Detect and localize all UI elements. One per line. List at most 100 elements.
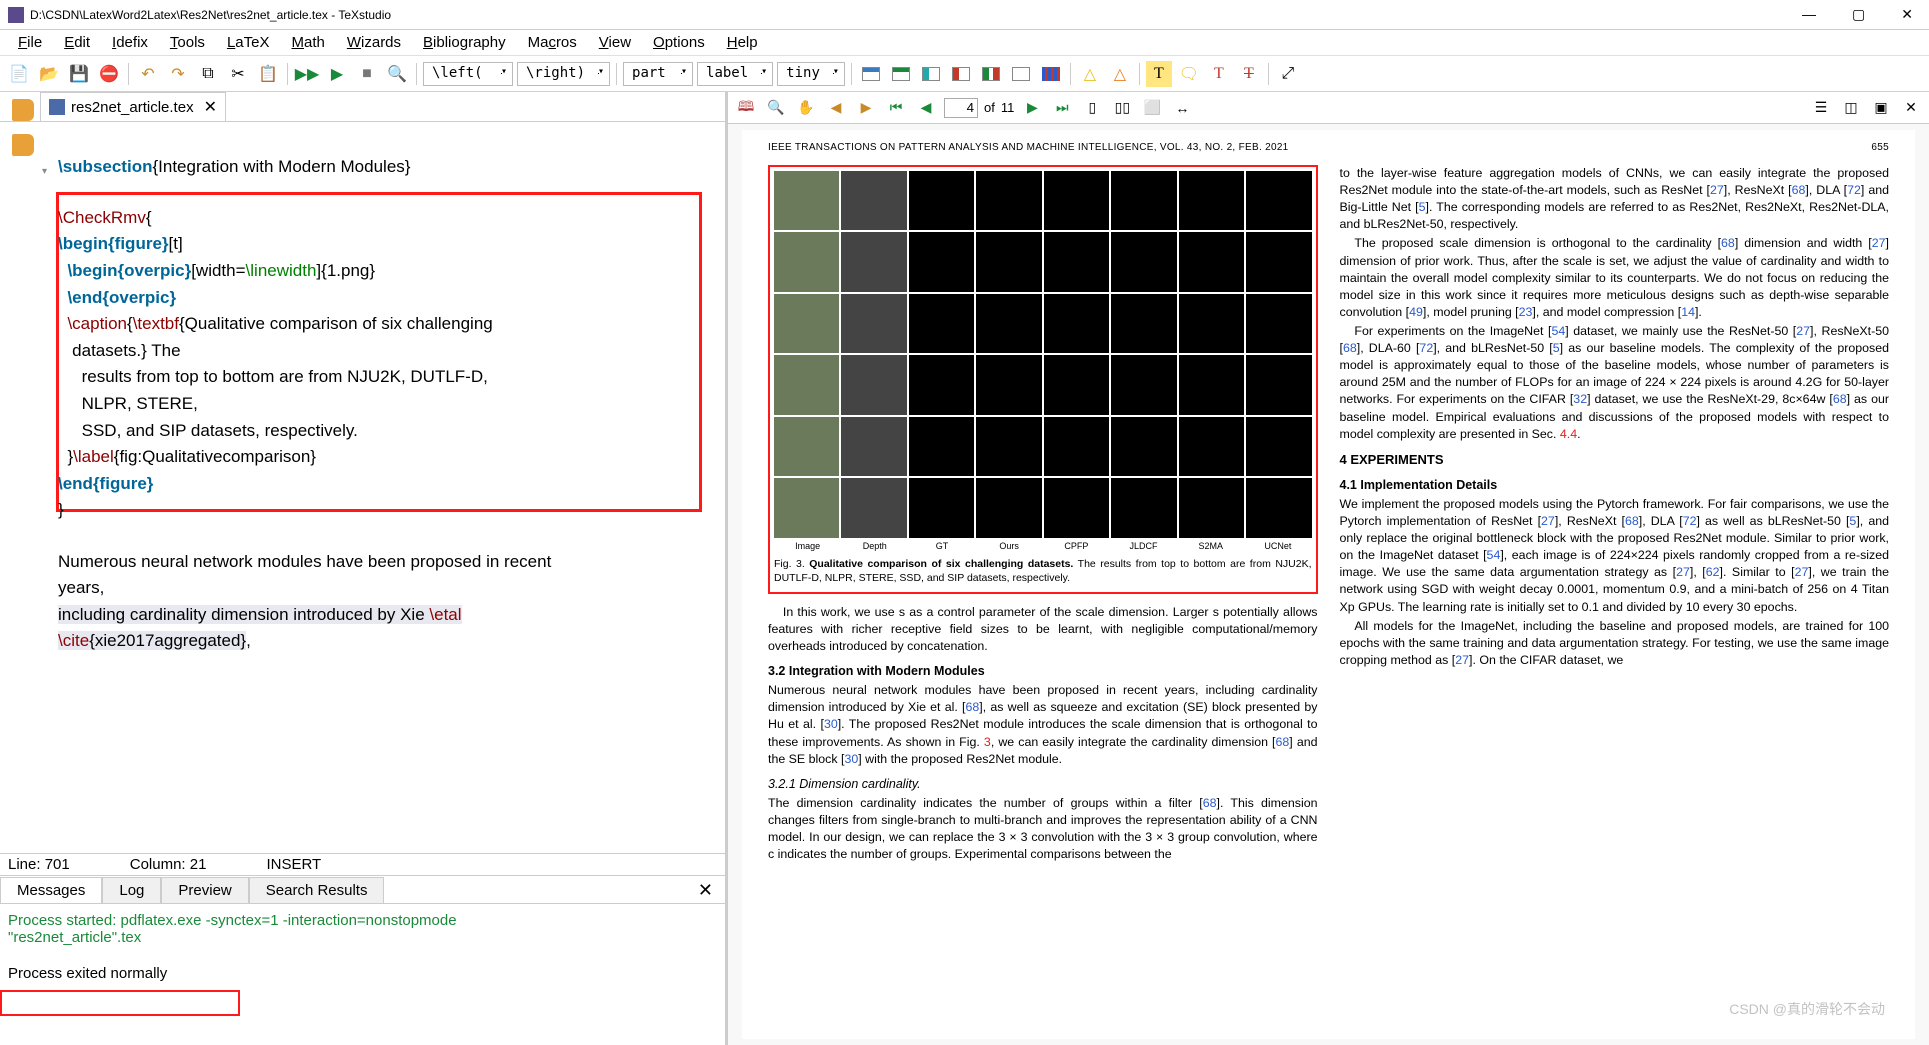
log-line: Process started: pdflatex.exe -synctex=1…: [8, 912, 717, 929]
compile-button[interactable]: ▶: [324, 61, 350, 87]
undo-button[interactable]: ↶: [135, 61, 161, 87]
cut-button[interactable]: ✂: [225, 61, 251, 87]
save-file-button[interactable]: 💾: [66, 61, 92, 87]
label-combo[interactable]: label: [697, 62, 773, 86]
pdf-figure-grid: [774, 171, 1312, 538]
stop-button[interactable]: ■: [354, 61, 380, 87]
menu-bar: File Edit Idefix Tools LaTeX Math Wizard…: [0, 30, 1929, 56]
pdf-viewport[interactable]: IEEE TRANSACTIONS ON PATTERN ANALYSIS AN…: [728, 124, 1929, 1045]
highlight-t-button[interactable]: T: [1146, 61, 1172, 87]
menu-math[interactable]: Math: [281, 32, 334, 53]
left-bracket-combo[interactable]: \left(: [423, 62, 513, 86]
pdf-continuous-button[interactable]: ▯▯: [1110, 96, 1134, 120]
pdf-last-page-button[interactable]: ⏭: [1050, 96, 1074, 120]
pdf-zoom-width-button[interactable]: ↔: [1170, 96, 1194, 120]
log-output: Process started: pdflatex.exe -synctex=1…: [0, 904, 725, 1045]
note-button[interactable]: 🗨: [1176, 61, 1202, 87]
fold-toggle[interactable]: ▾: [42, 166, 47, 177]
pdf-left-column: ImageDepthGTOursCPFPJLDCFS2MAUCNet Fig. …: [768, 165, 1318, 865]
code-editor[interactable]: ▾ \subsection{Integration with Modern Mo…: [0, 122, 725, 853]
pdf-forward-button[interactable]: ▶: [854, 96, 878, 120]
toolbar-separator: [1139, 63, 1140, 85]
table-button-2[interactable]: [888, 61, 914, 87]
pdf-page: IEEE TRANSACTIONS ON PATTERN ANALYSIS AN…: [742, 130, 1915, 1039]
pdf-zoom-fit-button[interactable]: ⬜: [1140, 96, 1164, 120]
new-file-button[interactable]: 📄: [6, 61, 32, 87]
right-bracket-combo[interactable]: \right): [517, 62, 610, 86]
tab-log[interactable]: Log: [102, 877, 161, 903]
pdf-search-button[interactable]: 🔍: [764, 96, 788, 120]
watermark: CSDN @真的滑轮不会动: [1729, 999, 1885, 1019]
pdf-close-button[interactable]: ✕: [1899, 96, 1923, 120]
code-content: \subsection{Integration with Modern Modu…: [58, 130, 721, 680]
tab-close-button[interactable]: ✕: [204, 97, 217, 117]
copy-button[interactable]: ⧉: [195, 61, 221, 87]
save-icon: [49, 99, 65, 115]
menu-file[interactable]: File: [8, 32, 52, 53]
strike-t-button[interactable]: T: [1236, 61, 1262, 87]
pdf-layout-3-button[interactable]: ▣: [1869, 96, 1893, 120]
window-maximize-button[interactable]: ▢: [1844, 6, 1873, 23]
toolbar-separator: [851, 63, 852, 85]
window-close-button[interactable]: ✕: [1893, 6, 1921, 23]
expand-button[interactable]: ⤢: [1275, 61, 1301, 87]
app-icon: [8, 7, 24, 23]
menu-bibliography[interactable]: Bibliography: [413, 32, 516, 53]
warning-orange-icon[interactable]: △: [1107, 61, 1133, 87]
tiny-combo[interactable]: tiny: [777, 62, 845, 86]
pdf-next-page-button[interactable]: ▶: [1020, 96, 1044, 120]
table-button-5[interactable]: [978, 61, 1004, 87]
bookmark-icon: [12, 134, 34, 156]
pdf-page-of-label: of: [984, 100, 995, 115]
menu-idefix[interactable]: Idefix: [102, 32, 158, 53]
pdf-page-input[interactable]: [944, 98, 978, 118]
tab-preview[interactable]: Preview: [161, 877, 248, 903]
pdf-first-page-button[interactable]: ⏮: [884, 96, 908, 120]
pdf-back-button[interactable]: ◀: [824, 96, 848, 120]
paste-button[interactable]: 📋: [255, 61, 281, 87]
pdf-subsection-head: 4.1 Implementation Details: [1340, 477, 1890, 494]
menu-wizards[interactable]: Wizards: [337, 32, 411, 53]
menu-help[interactable]: Help: [717, 32, 768, 53]
menu-latex[interactable]: LaTeX: [217, 32, 280, 53]
pdf-figure-box: ImageDepthGTOursCPFPJLDCFS2MAUCNet Fig. …: [768, 165, 1318, 594]
tab-messages[interactable]: Messages: [0, 877, 102, 903]
table-button-3[interactable]: [918, 61, 944, 87]
pdf-toolbar: 🕮 🔍 ✋ ◀ ▶ ⏮ ◀ of 11 ▶ ⏭ ▯ ▯▯ ⬜ ↔ ☰ ◫ ▣ ✕: [728, 92, 1929, 124]
pdf-figure-caption: Fig. 3. Qualitative comparison of six ch…: [774, 558, 1312, 585]
editor-tab[interactable]: res2net_article.tex ✕: [40, 92, 226, 121]
open-file-button[interactable]: 📂: [36, 61, 62, 87]
pdf-icon: 🕮: [734, 96, 758, 120]
close-file-button[interactable]: ⛔: [96, 61, 122, 87]
window-title: D:\CSDN\LatexWord2Latex\Res2Net\res2net_…: [30, 8, 1794, 22]
log-close-button[interactable]: ✕: [686, 878, 725, 903]
menu-view[interactable]: View: [589, 32, 641, 53]
pdf-layout-1-button[interactable]: ☰: [1809, 96, 1833, 120]
menu-edit[interactable]: Edit: [54, 32, 100, 53]
toolbar-separator: [616, 63, 617, 85]
warning-yellow-icon[interactable]: △: [1077, 61, 1103, 87]
redo-button[interactable]: ↷: [165, 61, 191, 87]
view-log-button[interactable]: 🔍: [384, 61, 410, 87]
window-minimize-button[interactable]: —: [1794, 6, 1824, 23]
pdf-prev-page-button[interactable]: ◀: [914, 96, 938, 120]
tab-search-results[interactable]: Search Results: [249, 877, 385, 903]
part-combo[interactable]: part: [623, 62, 693, 86]
table-button-1[interactable]: [858, 61, 884, 87]
table-button-4[interactable]: [948, 61, 974, 87]
log-line: Process exited normally: [8, 965, 167, 982]
menu-options[interactable]: Options: [643, 32, 715, 53]
menu-tools[interactable]: Tools: [160, 32, 215, 53]
editor-status-bar: Line: 701 Column: 21 INSERT: [0, 853, 725, 875]
editor-tab-strip: res2net_article.tex ✕: [0, 92, 725, 122]
toolbar-separator: [128, 63, 129, 85]
pdf-hand-tool-button[interactable]: ✋: [794, 96, 818, 120]
log-panel: Messages Log Preview Search Results ✕ Pr…: [0, 875, 725, 1045]
pdf-single-page-button[interactable]: ▯: [1080, 96, 1104, 120]
table-button-6[interactable]: [1008, 61, 1034, 87]
pdf-layout-2-button[interactable]: ◫: [1839, 96, 1863, 120]
text-t-button[interactable]: T: [1206, 61, 1232, 87]
build-run-button[interactable]: ▶▶: [294, 61, 320, 87]
table-button-7[interactable]: [1038, 61, 1064, 87]
menu-macros[interactable]: Macros: [518, 32, 587, 53]
